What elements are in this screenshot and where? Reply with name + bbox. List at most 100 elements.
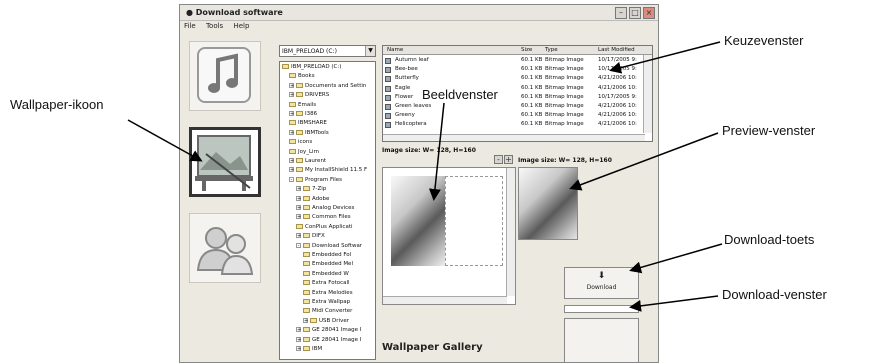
tree-node-label: DRIVERS <box>305 92 330 99</box>
expand-toggle-icon[interactable]: + <box>296 214 301 220</box>
expand-toggle-icon[interactable]: + <box>296 195 301 201</box>
file-row[interactable]: Helicoptera 60.1 KB Bitmap Image 4/21/2006 … <box>383 121 643 129</box>
tree-node[interactable]: + I386 <box>289 111 317 120</box>
folder-icon <box>303 299 310 304</box>
tree-node[interactable]: + GE 28041 Image I <box>296 336 361 346</box>
image-pane-hscroll[interactable] <box>383 296 507 304</box>
col-name[interactable]: Name <box>387 47 403 53</box>
menu-file[interactable]: File <box>184 22 196 30</box>
tree-node[interactable]: Books <box>289 73 315 82</box>
tree-node[interactable]: + Analog Devices <box>296 205 354 214</box>
expand-toggle-icon[interactable]: + <box>296 346 301 352</box>
expand-toggle-icon[interactable]: + <box>289 129 294 135</box>
file-cell: Flower <box>395 93 414 100</box>
expand-toggle-icon[interactable]: - <box>296 242 301 248</box>
tree-node[interactable]: + IBM <box>296 346 322 355</box>
tree-node[interactable]: icons <box>289 139 312 148</box>
app-icon: ● <box>186 8 196 17</box>
tree-node[interactable]: + DIFX <box>296 233 325 242</box>
file-row[interactable]: Bee-bee 60.1 KB Bitmap Image 10/17/2005 9: <box>383 66 643 74</box>
contacts-button[interactable] <box>189 213 261 283</box>
file-row[interactable]: Autumn leaf 60.1 KB Bitmap Image 10/17/2005… <box>383 57 643 65</box>
file-row[interactable]: Greeny 60.1 KB Bitmap Image 4/21/2006 10: <box>383 112 643 120</box>
tree-node-label: icons <box>298 139 313 146</box>
tree-node[interactable]: + IBMTools <box>289 129 329 139</box>
expand-toggle-icon[interactable]: + <box>289 111 294 117</box>
minimize-button[interactable]: – <box>615 7 627 19</box>
wallpaper-icon <box>195 135 253 191</box>
file-list-vscroll[interactable] <box>643 55 652 133</box>
tree-node-label: Books <box>298 73 315 80</box>
tree-node-label: IBMSHARE <box>298 120 327 127</box>
tree-node[interactable]: Embedded Fol <box>303 252 351 261</box>
tree-node[interactable]: Joy_Lim <box>289 148 319 158</box>
file-row[interactable]: Green leaves 60.1 KB Bitmap Image 4/21/2006… <box>383 103 643 111</box>
tree-node[interactable]: + USB Driver <box>303 317 349 327</box>
file-cell: 4/21/2006 10: <box>598 84 637 91</box>
expand-toggle-icon[interactable]: + <box>289 167 294 173</box>
tree-node[interactable]: ConPlus Applicati <box>296 223 353 233</box>
menu-tools[interactable]: Tools <box>206 22 223 30</box>
chevron-down-icon[interactable]: ▼ <box>365 46 375 56</box>
expand-toggle-icon[interactable]: + <box>289 158 294 164</box>
maximize-button[interactable]: □ <box>629 7 641 19</box>
tree-node[interactable]: Extra Wallpap <box>303 299 350 308</box>
tree-node[interactable]: + My InstallShield 11.5 F <box>289 167 367 176</box>
file-list-hscroll[interactable] <box>383 134 645 141</box>
file-cell: 4/21/2006 10: <box>598 75 637 82</box>
file-cell: Bitmap Image <box>545 66 584 73</box>
expand-toggle-icon[interactable]: + <box>289 92 294 98</box>
menu-help[interactable]: Help <box>233 22 249 30</box>
expand-toggle-icon[interactable]: + <box>303 317 308 323</box>
tree-node-label: Joy_Lim <box>298 148 319 155</box>
file-row[interactable]: Butterfly 60.1 KB Bitmap Image 4/21/2006 10… <box>383 75 643 83</box>
folder-icon <box>296 158 303 163</box>
tree-node-label: Program Files <box>305 176 343 183</box>
file-cell: Bitmap Image <box>545 112 584 119</box>
tree-node[interactable]: Extra Melodies <box>303 289 353 299</box>
image-pane-vscroll[interactable] <box>506 168 515 296</box>
expand-toggle-icon[interactable]: + <box>289 82 294 88</box>
tree-node[interactable]: - Download Softwar <box>296 242 362 252</box>
tree-node[interactable]: + GE 28041 Image I <box>296 327 361 336</box>
tree-node[interactable]: Emails <box>289 101 316 111</box>
wallpaper-image[interactable] <box>391 176 445 266</box>
file-list-header: Name Size Type Last Modified <box>383 46 652 55</box>
tree-node[interactable]: - Program Files <box>289 176 343 186</box>
col-size[interactable]: Size <box>521 47 532 53</box>
col-type[interactable]: Type <box>545 47 558 53</box>
expand-toggle-icon[interactable]: + <box>296 186 301 192</box>
drive-select[interactable]: IBM_PRELOAD (C:) ▼ <box>279 45 376 57</box>
tree-node[interactable]: + Documents and Settin <box>289 82 366 92</box>
ringtone-button[interactable] <box>189 41 261 111</box>
tree-node[interactable]: Embedded W <box>303 270 349 280</box>
tree-node-label: Common Files <box>312 214 351 221</box>
zoom-in-button[interactable]: + <box>504 155 513 164</box>
zoom-out-button[interactable]: - <box>494 155 503 164</box>
tree-node[interactable]: + Common Files <box>296 214 351 223</box>
tree-node[interactable]: IBMSHARE <box>289 120 327 129</box>
download-button[interactable]: ⬇ Download <box>564 267 639 299</box>
folder-icon <box>303 327 310 333</box>
file-cell: 60.1 KB <box>521 112 543 119</box>
tree-node[interactable]: Embedded Mel <box>303 261 353 270</box>
tree-node[interactable]: + DRIVERS <box>289 92 329 101</box>
col-last-modified[interactable]: Last Modified <box>598 47 635 53</box>
tree-node[interactable]: +7-Zip <box>296 186 326 195</box>
expand-toggle-icon[interactable]: + <box>296 336 301 342</box>
expand-toggle-icon[interactable]: - <box>289 176 294 182</box>
tree-node[interactable]: Extra Fotocall <box>303 280 350 289</box>
folder-icon <box>303 261 310 267</box>
expand-toggle-icon[interactable]: + <box>296 205 301 211</box>
file-cell: Helicoptera <box>395 121 427 128</box>
crop-area[interactable] <box>445 176 503 266</box>
bitmap-file-icon <box>385 58 391 64</box>
expand-toggle-icon[interactable]: + <box>296 327 301 333</box>
close-button[interactable]: × <box>643 7 655 19</box>
tree-node[interactable]: Midi Converter <box>303 308 352 317</box>
tree-node[interactable]: IBM_PRELOAD (C:) <box>282 64 341 73</box>
tree-node[interactable]: + Adobe <box>296 195 329 205</box>
wallpaper-button[interactable] <box>189 127 261 197</box>
tree-node[interactable]: + Laurent <box>289 158 326 167</box>
expand-toggle-icon[interactable]: + <box>296 233 301 239</box>
